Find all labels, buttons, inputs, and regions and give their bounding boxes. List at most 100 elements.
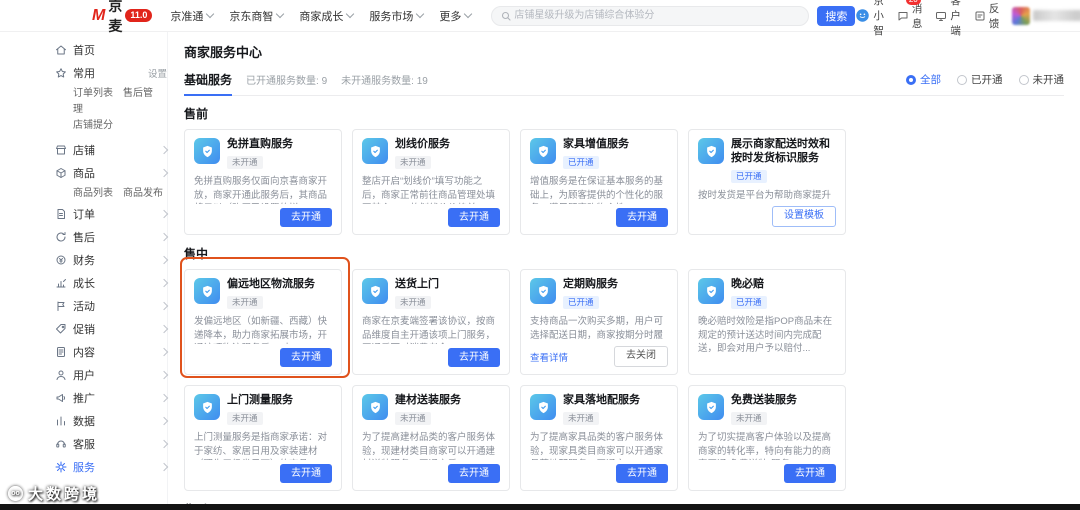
shortcut-r2-0[interactable]: 店铺提分 (73, 120, 113, 131)
sidebar: 首页 常用 设置 订单列表 售后管理 店铺提分 店铺 商品 商品列表 商品发布 订单 售后 财务… (55, 32, 169, 510)
card-action-button[interactable]: 去开通 (448, 348, 500, 367)
jingmai-logo[interactable]: M 京麦 11.0 (92, 0, 153, 36)
radio-icon (906, 74, 916, 85)
tab-basic-services[interactable]: 基础服务 (184, 71, 233, 96)
service-description: 为了提高家具品类的客户服务体验，现家具类目商家可以开通家具落地配服务，开通之..… (530, 431, 664, 460)
chevron-down-icon (206, 9, 215, 19)
nav-item-3[interactable]: 服务市场 (369, 8, 425, 24)
shield-icon (538, 401, 548, 413)
search-input[interactable] (512, 9, 801, 22)
service-description: 整店开启“划线价”填写功能之后，商家正常前往商品管理处填写某个SKU的划线价价格… (362, 175, 496, 204)
service-card: 上门测量服务未开通上门测量服务是指商家承诺：对于家纺、家居日用及家装建材（理生三… (184, 385, 342, 491)
sidebar-item-7[interactable]: 促销 (55, 317, 169, 340)
sidebar-item-3[interactable]: 售后 (55, 225, 169, 248)
card-action-button[interactable]: 去开通 (448, 208, 500, 227)
assistant-entry[interactable]: 京小智 (855, 0, 884, 38)
service-card: 偏远地区物流服务未开通发偏远地区（如新疆、西藏）快递降本，助力商家拓展市场，开通… (180, 257, 350, 378)
logo-text: 京麦 (108, 0, 123, 34)
service-icon (530, 138, 556, 164)
service-description: 为了提高建材品类的客户服务体验，现建材类目商家可以开通建材送装服务，开通之后..… (362, 431, 496, 460)
opened-count: 已开通服务数量: 9 (246, 76, 328, 87)
card-action-button[interactable]: 去开通 (616, 464, 668, 483)
status-badge: 未开通 (563, 411, 599, 425)
promo-icon (56, 323, 66, 333)
sidebar-item-5[interactable]: 成长 (55, 271, 169, 294)
nav-item-2[interactable]: 商家成长 (299, 8, 355, 24)
nav-item-1[interactable]: 京东商智 (229, 8, 285, 24)
card-action-button[interactable]: 去开通 (616, 208, 668, 227)
service-sections: 售前免拼直购服务未开通免拼直购服务仅面向京喜商家开放，商家开通此服务后，其商品将… (180, 105, 1064, 510)
service-title: 划线价服务 (395, 138, 450, 150)
search-input-wrap[interactable] (491, 5, 810, 26)
service-title: 偏远地区物流服务 (227, 278, 315, 290)
service-card: 展示商家配送时效和按时发货标识服务已开通按时发货是平台为帮助商家提升转化率而提供… (688, 129, 846, 235)
chevron-down-icon (464, 9, 473, 19)
sidebar-item-13[interactable]: 服务 (55, 455, 169, 478)
client-download-entry[interactable]: 客户端 (935, 0, 961, 38)
sidebar-item-12[interactable]: 客服 (55, 432, 169, 455)
sidebar-item-0[interactable]: 店铺 (55, 138, 169, 161)
service-title: 晚必赔 (731, 278, 764, 290)
finance-icon (56, 255, 66, 264)
client-label: 客户端 (950, 0, 961, 37)
status-badge: 未开通 (731, 411, 767, 425)
status-badge: 已开通 (563, 295, 599, 309)
sidebar-item-frequent[interactable]: 常用 设置 (55, 61, 167, 84)
card-action-button[interactable]: 去开通 (280, 208, 332, 227)
filter-radio-2[interactable]: 未开通 (1018, 72, 1064, 87)
goods-icon (56, 167, 66, 178)
card-action-button[interactable]: 去开通 (448, 464, 500, 483)
sidebar-item-6[interactable]: 活动 (55, 294, 169, 317)
account-entry[interactable] (1012, 6, 1080, 25)
section: 售中 偏远地区物流服务 未开通 发偏远地区（如新疆、西藏）快递降本，助力商家拓展市场，… (180, 245, 1064, 491)
data-icon (57, 416, 65, 425)
card-action-button[interactable]: 去开通 (784, 464, 836, 483)
card-action-button[interactable]: 去开通 (280, 464, 332, 483)
submenu-item-0[interactable]: 商品列表 (73, 184, 113, 200)
frequent-settings-link[interactable]: 设置 (148, 66, 167, 80)
chevron-down-icon (276, 9, 285, 19)
card-action-button[interactable]: 设置模板 (772, 206, 836, 227)
search-button[interactable]: 搜索 (817, 5, 856, 26)
sidebar-item-1[interactable]: 商品 (55, 161, 169, 184)
shield-icon (706, 145, 716, 157)
card-action-button[interactable]: 去开通 (280, 348, 332, 367)
home-icon (56, 45, 66, 54)
service-description: 晚必赔时效险是指POP商品未在规定的预计送达时间内完成配送，即会对用户予以赔付.… (698, 315, 833, 355)
filter-radio-0[interactable]: 全部 (906, 72, 941, 87)
feedback-entry[interactable]: 反馈 (974, 1, 1000, 31)
feedback-label: 反馈 (988, 2, 1000, 30)
user-icon (56, 370, 66, 380)
nav-item-4[interactable]: 更多 (439, 8, 473, 24)
submenu-item-1[interactable]: 商品发布 (123, 184, 163, 200)
status-badge: 未开通 (395, 295, 431, 309)
card-action-button[interactable]: 去关闭 (614, 346, 668, 367)
service-icon (530, 394, 556, 420)
service-description: 发偏远地区（如新疆、西藏）快递降本，助力商家拓展市场，开通该项物流服务后，对..… (194, 315, 328, 344)
section-title: 售中 (184, 247, 209, 261)
messages-entry[interactable]: 20 消息 (897, 0, 923, 31)
sidebar-item-8[interactable]: 内容 (55, 340, 169, 363)
unopened-count: 未开通服务数量: 19 (341, 76, 428, 87)
shortcut-0[interactable]: 订单列表 (73, 88, 113, 99)
filter-radio-1[interactable]: 已开通 (957, 72, 1003, 87)
account-name-redacted (1033, 10, 1080, 21)
service-icon (362, 278, 388, 304)
nav-item-0[interactable]: 京准通 (170, 8, 215, 24)
sidebar-item-2[interactable]: 订单 (55, 202, 169, 225)
sidebar-item-9[interactable]: 用户 (55, 363, 169, 386)
sidebar-item-home[interactable]: 首页 (55, 38, 167, 61)
sidebar-item-4[interactable]: 财务 (55, 248, 169, 271)
support-icon (56, 440, 66, 447)
service-card: 家具增值服务已开通增值服务是在保证基本服务的基础上，为顾客提供的个性化的服务，满… (520, 129, 678, 235)
service-description: 为了切实提高客户体验以及提高商家的转化率，特向有能力的商家开通“免费送装”服务.… (698, 431, 832, 460)
messages-label: 消息 (911, 2, 923, 30)
content-icon (57, 346, 65, 357)
sidebar-submenu: 商品列表 商品发布 (55, 184, 167, 202)
status-badge: 未开通 (227, 295, 263, 309)
sidebar-item-11[interactable]: 数据 (55, 409, 169, 432)
activity-icon (57, 301, 65, 311)
avatar (1012, 6, 1031, 25)
sidebar-item-10[interactable]: 推广 (55, 386, 169, 409)
view-details-link[interactable]: 查看详情 (530, 350, 568, 364)
